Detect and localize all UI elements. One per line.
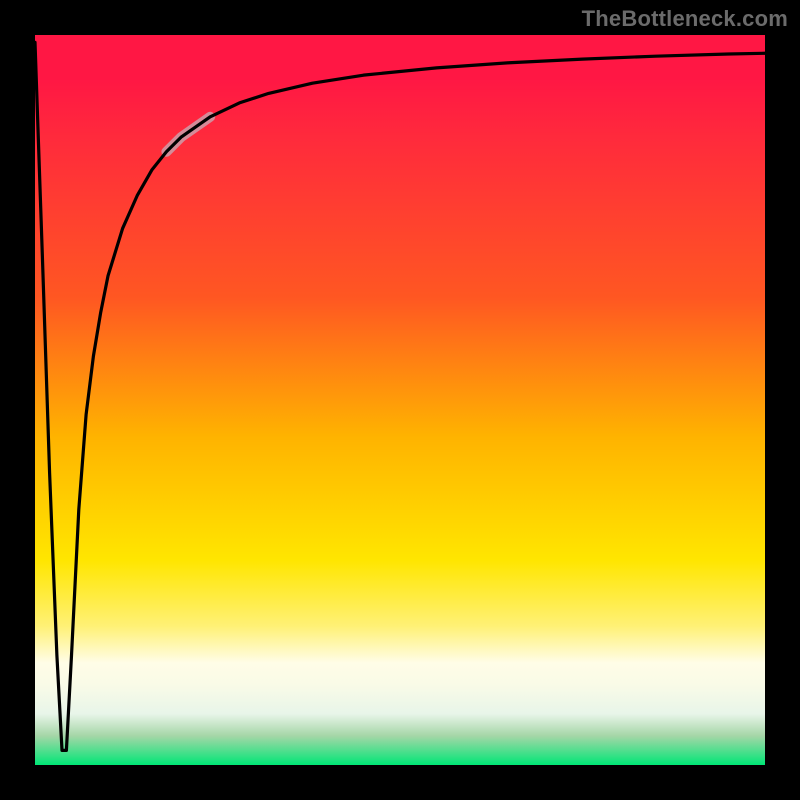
bottleneck-curve bbox=[35, 42, 765, 750]
chart-svg bbox=[0, 0, 800, 800]
chart-root: TheBottleneck.com bbox=[0, 0, 800, 800]
attribution-label: TheBottleneck.com bbox=[582, 6, 788, 32]
axes-frame bbox=[18, 18, 783, 783]
